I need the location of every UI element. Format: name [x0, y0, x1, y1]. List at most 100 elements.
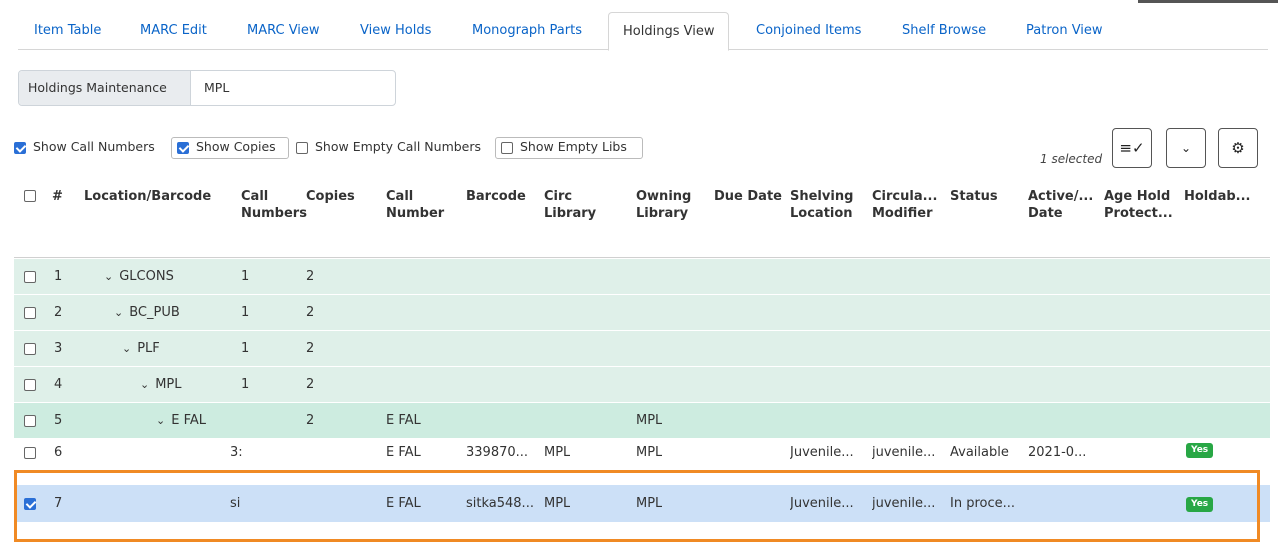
- table-row[interactable]: 5 ⌄ E FAL 2 E FAL MPL: [14, 403, 1270, 439]
- col-owning-library[interactable]: Owning Library: [636, 188, 700, 222]
- row-call-numbers: 1: [241, 377, 250, 392]
- holdable-badge: Yes: [1186, 443, 1214, 458]
- chevron-down-icon: ⌄: [1180, 141, 1192, 155]
- row-call-numbers: 1: [241, 305, 250, 320]
- chevron-down-icon[interactable]: ⌄: [104, 259, 113, 295]
- row-checkbox[interactable]: [24, 415, 36, 427]
- table-row[interactable]: 1 ⌄ GLCONS 1 2: [14, 259, 1270, 295]
- gear-icon: ⚙: [1231, 139, 1245, 157]
- grid-header: # Location/Barcode Call Numbers Copies C…: [14, 178, 1270, 258]
- row-owning-library: MPL: [636, 413, 663, 428]
- row-call-numbers: 1: [241, 269, 250, 284]
- row-checkbox[interactable]: [24, 447, 36, 459]
- col-holdable[interactable]: Holdab...: [1184, 188, 1250, 205]
- highlight-box: [14, 470, 1260, 542]
- col-number[interactable]: #: [52, 188, 63, 205]
- col-circ-library[interactable]: Circ Library: [544, 188, 604, 222]
- record-tabs: Item Table MARC Edit MARC View View Hold…: [18, 12, 1268, 51]
- holdings-options: Show Call Numbers Show Copies Show Empty…: [14, 137, 674, 160]
- tab-monograph-parts[interactable]: Monograph Parts: [458, 12, 596, 50]
- row-checkbox[interactable]: [24, 307, 36, 319]
- chevron-down-icon[interactable]: ⌄: [114, 295, 123, 331]
- col-barcode[interactable]: Barcode: [466, 188, 526, 205]
- grid-menu-button[interactable]: ⌄: [1166, 128, 1206, 168]
- show-empty-libs-checkbox[interactable]: [501, 142, 513, 154]
- tab-holdings-view[interactable]: Holdings View: [608, 12, 730, 51]
- tab-view-holds[interactable]: View Holds: [346, 12, 445, 50]
- row-copies: 2: [306, 413, 315, 428]
- row-barcode: 339870...: [466, 445, 529, 460]
- show-call-numbers-label: Show Call Numbers: [33, 139, 155, 154]
- col-active-date[interactable]: Active/... Date: [1028, 188, 1093, 222]
- row-checkbox[interactable]: [24, 271, 36, 283]
- list-check-icon: ≡✓: [1119, 139, 1145, 157]
- col-call-number[interactable]: Call Number: [386, 188, 446, 222]
- table-row[interactable]: 4 ⌄ MPL 1 2: [14, 367, 1270, 403]
- show-empty-call-numbers-label: Show Empty Call Numbers: [315, 139, 482, 154]
- holdings-maintenance-library-input[interactable]: MPL: [204, 71, 229, 105]
- tab-shelf-browse[interactable]: Shelf Browse: [888, 12, 1000, 50]
- row-checkbox[interactable]: [24, 379, 36, 391]
- tab-marc-view[interactable]: MARC View: [233, 12, 334, 50]
- col-copies[interactable]: Copies: [306, 188, 355, 205]
- table-row[interactable]: 6 3: E FAL 339870... MPL MPL Juvenile...…: [14, 439, 1270, 467]
- row-number: 6: [54, 445, 63, 460]
- row-number: 4: [54, 377, 63, 392]
- tab-marc-edit[interactable]: MARC Edit: [126, 12, 221, 50]
- tab-patron-view[interactable]: Patron View: [1012, 12, 1117, 50]
- col-age-hold-protect[interactable]: Age Hold Protect...: [1104, 188, 1174, 222]
- row-call-number: E FAL: [386, 413, 421, 428]
- col-call-numbers[interactable]: Call Numbers: [241, 188, 307, 222]
- table-row[interactable]: 3 ⌄ PLF 1 2: [14, 331, 1270, 367]
- col-shelving-location[interactable]: Shelving Location: [790, 188, 860, 222]
- row-number: 5: [54, 413, 63, 428]
- row-number: 3: [54, 341, 63, 356]
- show-copies-label: Show Copies: [196, 139, 276, 154]
- row-location-label: MPL: [155, 377, 182, 392]
- chevron-down-icon[interactable]: ⌄: [156, 403, 165, 439]
- row-location[interactable]: ⌄ E FAL: [156, 403, 206, 439]
- row-copies: 2: [306, 305, 315, 320]
- row-location[interactable]: ⌄ BC_PUB: [114, 295, 180, 331]
- tab-conjoined-items[interactable]: Conjoined Items: [742, 12, 875, 50]
- col-status[interactable]: Status: [950, 188, 998, 205]
- row-number: 1: [54, 269, 63, 284]
- grid-settings-button[interactable]: ⚙: [1218, 128, 1258, 168]
- show-empty-libs-label: Show Empty Libs: [520, 139, 627, 154]
- row-location-label: BC_PUB: [129, 305, 180, 320]
- show-copies-checkbox[interactable]: [177, 142, 189, 154]
- holdings-maintenance-group: Holdings Maintenance MPL: [18, 70, 396, 106]
- row-location-label: 3:: [230, 445, 243, 460]
- top-edge-bar: [1138, 0, 1278, 3]
- row-location[interactable]: ⌄ GLCONS: [104, 259, 174, 295]
- show-call-numbers-checkbox[interactable]: [14, 142, 26, 154]
- col-due-date[interactable]: Due Date: [714, 188, 782, 205]
- chevron-down-icon[interactable]: ⌄: [122, 331, 131, 367]
- holdings-maintenance-label: Holdings Maintenance: [19, 71, 191, 105]
- row-copies: 2: [306, 269, 315, 284]
- row-call-numbers: 1: [241, 341, 250, 356]
- row-location[interactable]: ⌄ PLF: [122, 331, 160, 367]
- show-empty-call-numbers-checkbox[interactable]: [296, 142, 308, 154]
- row-copies: 2: [306, 377, 315, 392]
- row-status: Available: [950, 445, 1009, 460]
- col-location-barcode[interactable]: Location/Barcode: [84, 188, 211, 205]
- grid-actions-button[interactable]: ≡✓: [1112, 128, 1152, 168]
- table-row[interactable]: 2 ⌄ BC_PUB 1 2: [14, 295, 1270, 331]
- selected-count: 1 selected: [1040, 152, 1103, 166]
- select-all-checkbox[interactable]: [24, 190, 36, 202]
- row-active-date: 2021-0...: [1028, 445, 1087, 460]
- row-owning-library: MPL: [636, 445, 663, 460]
- row-checkbox[interactable]: [24, 343, 36, 355]
- tab-item-table[interactable]: Item Table: [20, 12, 115, 50]
- row-number: 2: [54, 305, 63, 320]
- row-location[interactable]: ⌄ MPL: [140, 367, 182, 403]
- col-circ-modifier[interactable]: Circula... Modifier: [872, 188, 948, 222]
- row-circ-library: MPL: [544, 445, 571, 460]
- row-shelving-location: Juvenile...: [790, 445, 854, 460]
- row-copies: 2: [306, 341, 315, 356]
- row-location-label: E FAL: [171, 413, 206, 428]
- row-circ-modifier: juvenile...: [872, 445, 936, 460]
- chevron-down-icon[interactable]: ⌄: [140, 367, 149, 403]
- row-location-label: PLF: [137, 341, 160, 356]
